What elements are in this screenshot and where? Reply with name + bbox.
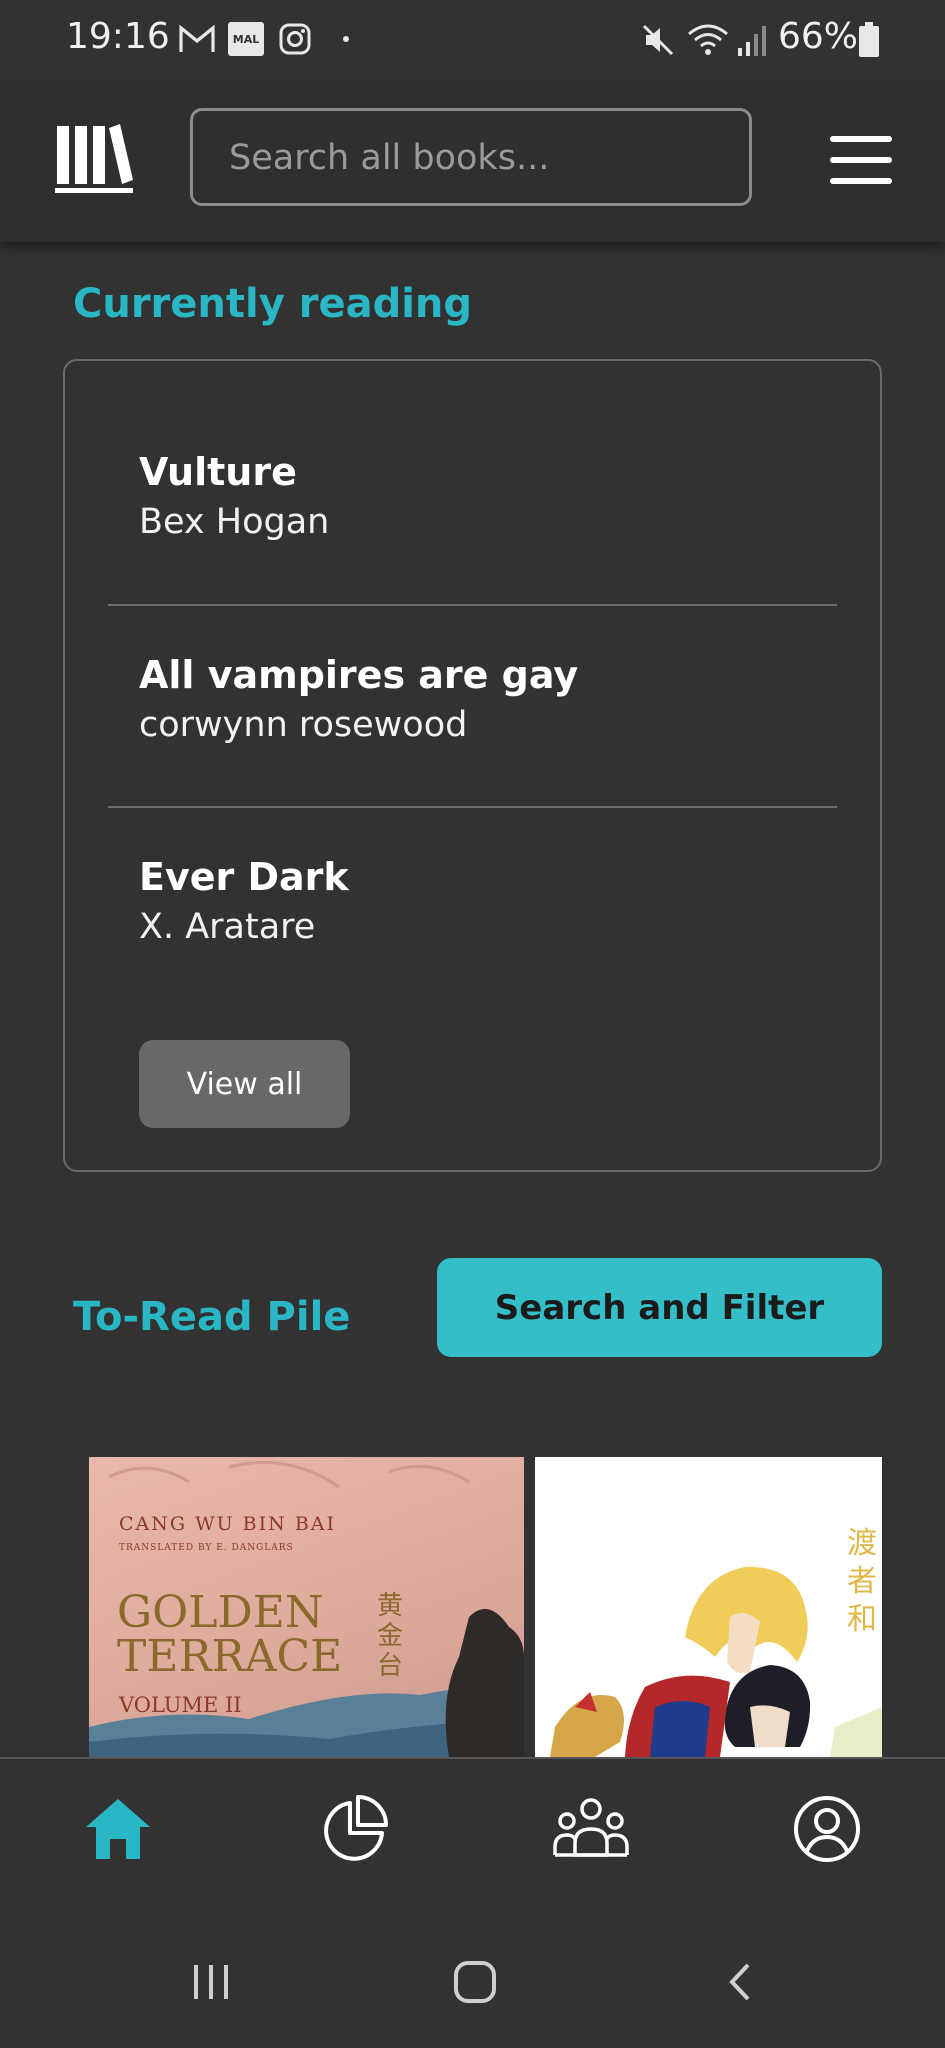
status-bar: 19:16 MAL 66% <box>0 0 945 80</box>
app-header <box>0 80 945 242</box>
book-item[interactable]: All vampires are gay corwynn rosewood <box>139 653 578 745</box>
community-icon <box>553 1798 629 1857</box>
cover-cjk-title: 黄金台 <box>377 1591 404 1681</box>
cover-volume: VOLUME II <box>119 1693 242 1717</box>
search-and-filter-button[interactable]: Search and Filter <box>437 1258 882 1357</box>
back-button[interactable] <box>696 1937 786 2027</box>
cover-illustration <box>550 1566 882 1757</box>
book-cover-2[interactable]: 渡者和 <box>535 1457 882 1757</box>
book-title: All vampires are gay <box>139 653 579 697</box>
view-all-button[interactable]: View all <box>139 1040 350 1128</box>
book-author: Bex Hogan <box>139 502 330 542</box>
mal-icon: MAL <box>228 22 264 56</box>
status-time: 19:16 <box>66 16 170 57</box>
book-cover-golden-terrace[interactable]: CANG WU BIN BAI TRANSLATED BY E. DANGLAR… <box>89 1457 524 1757</box>
nav-profile[interactable] <box>772 1779 882 1879</box>
battery-icon <box>859 22 879 57</box>
book-item[interactable]: Ever Dark X. Aratare <box>139 855 349 947</box>
wifi-icon <box>688 24 728 55</box>
mute-icon <box>642 24 674 56</box>
stats-icon <box>324 1795 388 1861</box>
profile-icon <box>794 1796 860 1862</box>
nav-home[interactable] <box>63 1779 173 1879</box>
book-item[interactable]: Vulture Bex Hogan <box>139 450 329 542</box>
currently-reading-heading: Currently reading <box>73 281 473 327</box>
battery-percent: 66% <box>778 16 859 57</box>
recents-icon <box>194 1965 228 1999</box>
nav-community[interactable] <box>536 1779 646 1879</box>
nav-stats[interactable] <box>299 1779 409 1879</box>
to-read-pile-heading: To-Read Pile <box>73 1294 351 1340</box>
gmail-icon <box>179 24 215 52</box>
divider <box>108 806 837 808</box>
cover-title-line2: TERRACE <box>117 1631 343 1682</box>
cover-author: CANG WU BIN BAI <box>119 1513 337 1535</box>
search-box[interactable] <box>190 108 752 206</box>
library-logo-icon[interactable] <box>55 122 135 196</box>
book-title: Vulture <box>139 450 297 494</box>
book-author: corwynn rosewood <box>139 705 468 745</box>
divider <box>108 604 837 606</box>
cover-translator: TRANSLATED BY E. DANGLARS <box>119 1543 294 1553</box>
cover-title-line1: GOLDEN <box>117 1587 324 1638</box>
recents-button[interactable] <box>166 1937 256 2027</box>
system-navigation-bar <box>0 1897 945 2048</box>
instagram-icon <box>279 23 311 55</box>
back-icon <box>729 1963 750 2001</box>
home-button[interactable] <box>430 1937 520 2027</box>
book-title: Ever Dark <box>139 855 349 899</box>
home-square-icon <box>454 1961 496 2003</box>
search-input[interactable] <box>227 111 721 205</box>
book-author: X. Aratare <box>139 907 316 947</box>
signal-icon <box>738 26 766 56</box>
hamburger-menu-icon[interactable] <box>828 134 894 186</box>
dot-icon <box>343 36 349 42</box>
bottom-navigation <box>0 1757 945 1899</box>
home-icon <box>86 1799 150 1859</box>
